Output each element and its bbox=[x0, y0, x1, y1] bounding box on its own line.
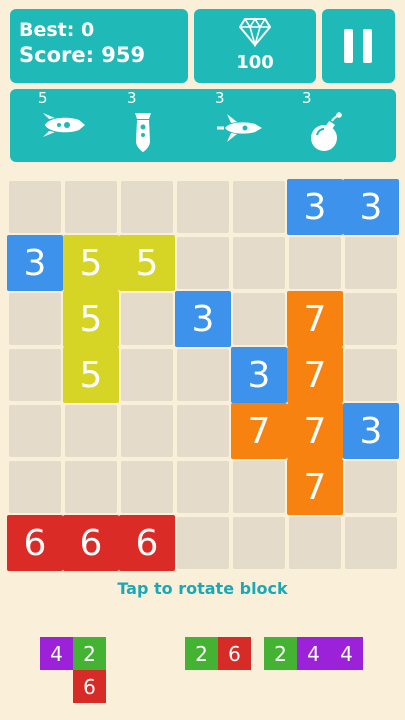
piece-tile: 6 bbox=[73, 670, 106, 703]
board-cell bbox=[65, 181, 117, 233]
board-cell bbox=[233, 461, 285, 513]
board-tile: 7 bbox=[287, 459, 343, 515]
powerup-count: 3 bbox=[302, 89, 312, 107]
piece-tile: 4 bbox=[297, 637, 330, 670]
board-cell bbox=[177, 517, 229, 569]
board-cell bbox=[9, 349, 61, 401]
powerup-count: 5 bbox=[38, 89, 48, 107]
powerup-count: 3 bbox=[215, 89, 225, 107]
board-cell bbox=[345, 293, 397, 345]
board-tile: 6 bbox=[7, 515, 63, 571]
board-cell bbox=[65, 461, 117, 513]
board-cell bbox=[121, 349, 173, 401]
piece-tile: 4 bbox=[330, 637, 363, 670]
board-cell bbox=[9, 461, 61, 513]
board-cell bbox=[233, 293, 285, 345]
score-panel: Best: 0 Score: 959 bbox=[10, 9, 188, 83]
piece-tile: 2 bbox=[264, 637, 297, 670]
missile-icon bbox=[135, 113, 151, 152]
board-tile: 5 bbox=[63, 347, 119, 403]
board-tile: 7 bbox=[287, 291, 343, 347]
pause-button[interactable] bbox=[322, 9, 395, 83]
powerup-missile-button[interactable]: 3 bbox=[121, 89, 201, 162]
board-cell bbox=[345, 461, 397, 513]
board-cell bbox=[9, 181, 61, 233]
board-cell bbox=[9, 293, 61, 345]
board-cell bbox=[289, 517, 341, 569]
diamond-icon bbox=[239, 17, 271, 47]
board-cell bbox=[345, 237, 397, 289]
board-cell bbox=[289, 237, 341, 289]
current-score: Score: 959 bbox=[19, 43, 146, 67]
board-tile: 3 bbox=[343, 403, 399, 459]
board-cell bbox=[121, 461, 173, 513]
board-tile: 7 bbox=[231, 403, 287, 459]
board-tile: 3 bbox=[7, 235, 63, 291]
powerup-bomb-button[interactable]: 3 bbox=[294, 89, 374, 162]
piece-tile: 2 bbox=[185, 637, 218, 670]
board-tile: 7 bbox=[287, 403, 343, 459]
piece-tile: 4 bbox=[40, 637, 73, 670]
rotate-hint: Tap to rotate block bbox=[117, 579, 288, 598]
best-score: Best: 0 bbox=[19, 19, 95, 41]
piece-tile: 6 bbox=[218, 637, 251, 670]
board-cell bbox=[65, 405, 117, 457]
board-tile: 3 bbox=[175, 291, 231, 347]
board-cell bbox=[177, 237, 229, 289]
board-cell bbox=[177, 349, 229, 401]
board-tile: 3 bbox=[287, 179, 343, 235]
board-cell bbox=[177, 405, 229, 457]
board-cell bbox=[345, 349, 397, 401]
piece-tile: 2 bbox=[73, 637, 106, 670]
board-cell bbox=[177, 181, 229, 233]
board-cell bbox=[233, 237, 285, 289]
board-cell bbox=[233, 181, 285, 233]
board-cell bbox=[121, 293, 173, 345]
powerup-count: 3 bbox=[127, 89, 137, 107]
board-tile: 5 bbox=[63, 291, 119, 347]
board-tile: 5 bbox=[63, 235, 119, 291]
board-tile: 7 bbox=[287, 347, 343, 403]
board-tile: 6 bbox=[63, 515, 119, 571]
powerup-toolbar: 5 3 3 3 bbox=[10, 89, 396, 162]
board-tile: 6 bbox=[119, 515, 175, 571]
board-cell bbox=[9, 405, 61, 457]
gem-count: 100 bbox=[236, 52, 274, 73]
powerup-twin-rocket-button[interactable]: 3 bbox=[205, 89, 285, 162]
board-tile: 5 bbox=[119, 235, 175, 291]
board-tile: 3 bbox=[231, 347, 287, 403]
board-tile: 3 bbox=[343, 179, 399, 235]
rocket-icon bbox=[43, 113, 85, 137]
board-cell bbox=[177, 461, 229, 513]
board-cell bbox=[345, 517, 397, 569]
twin-rocket-icon bbox=[217, 114, 262, 142]
board-cell bbox=[121, 405, 173, 457]
gem-shop-button[interactable]: 100 bbox=[194, 9, 316, 83]
board-cell bbox=[121, 181, 173, 233]
bomb-icon bbox=[311, 112, 342, 151]
powerup-rocket-button[interactable]: 5 bbox=[30, 89, 110, 162]
board-cell bbox=[233, 517, 285, 569]
